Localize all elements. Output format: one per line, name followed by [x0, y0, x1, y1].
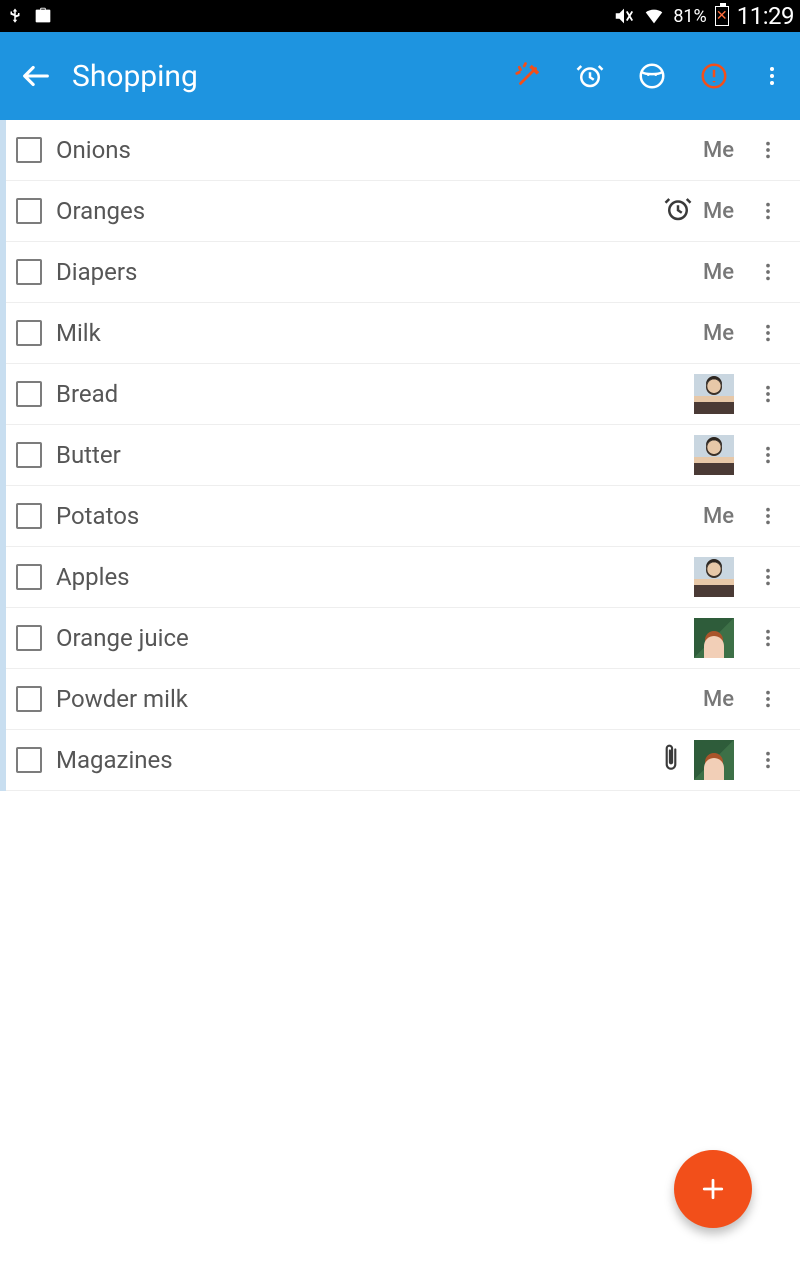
face-button[interactable]: [624, 48, 680, 104]
item-checkbox[interactable]: [16, 137, 42, 163]
add-item-fab[interactable]: [674, 1150, 752, 1228]
item-overflow-button[interactable]: [748, 181, 788, 241]
battery-icon: ✕: [715, 6, 729, 26]
item-label: Orange juice: [56, 624, 680, 652]
item-checkbox[interactable]: [16, 198, 42, 224]
item-checkbox[interactable]: [16, 320, 42, 346]
item-checkbox[interactable]: [16, 686, 42, 712]
battery-percent: 81%: [673, 6, 706, 27]
item-overflow-button[interactable]: [748, 730, 788, 790]
mute-icon: [613, 5, 635, 27]
item-checkbox[interactable]: [16, 625, 42, 651]
attachment-icon: [658, 743, 684, 777]
item-label: Potatos: [56, 502, 689, 530]
briefcase-check-icon: [32, 5, 54, 27]
assignee-avatar: [694, 435, 734, 475]
item-overflow-button[interactable]: [748, 425, 788, 485]
item-label: Butter: [56, 441, 680, 469]
assignee-avatar: [694, 557, 734, 597]
item-label: Magazines: [56, 746, 644, 774]
list-item[interactable]: Onions Me: [6, 120, 800, 181]
item-checkbox[interactable]: [16, 503, 42, 529]
assignee-me: Me: [703, 138, 734, 163]
clock-text: 11:29: [737, 2, 794, 30]
item-overflow-button[interactable]: [748, 486, 788, 546]
back-button[interactable]: [0, 32, 72, 120]
assignee-me: Me: [703, 687, 734, 712]
item-checkbox[interactable]: [16, 381, 42, 407]
assignee-me: Me: [703, 321, 734, 346]
item-label: Milk: [56, 319, 689, 347]
appbar-overflow-button[interactable]: [748, 48, 796, 104]
item-label: Bread: [56, 380, 680, 408]
item-checkbox[interactable]: [16, 564, 42, 590]
list-item[interactable]: Oranges Me: [6, 181, 800, 242]
shopping-list: Onions Me Oranges Me: [0, 120, 800, 791]
assignee-me: Me: [703, 260, 734, 285]
list-item[interactable]: Potatos Me: [6, 486, 800, 547]
page-title: Shopping: [72, 59, 500, 94]
item-overflow-button[interactable]: [748, 608, 788, 668]
assignee-avatar: [694, 740, 734, 780]
list-item[interactable]: Bread: [6, 364, 800, 425]
item-checkbox[interactable]: [16, 442, 42, 468]
assignee-avatar: [694, 374, 734, 414]
wifi-icon: [643, 5, 665, 27]
item-checkbox[interactable]: [16, 259, 42, 285]
assignee-me: Me: [703, 504, 734, 529]
alarm-button[interactable]: [562, 48, 618, 104]
assignee-me: Me: [703, 199, 734, 224]
item-label: Oranges: [56, 197, 649, 225]
item-label: Apples: [56, 563, 680, 591]
item-checkbox[interactable]: [16, 747, 42, 773]
item-label: Diapers: [56, 258, 689, 286]
list-item[interactable]: Butter: [6, 425, 800, 486]
assignee-avatar: [694, 618, 734, 658]
item-overflow-button[interactable]: [748, 303, 788, 363]
usb-icon: [6, 7, 24, 25]
list-item[interactable]: Magazines: [6, 730, 800, 791]
item-label: Powder milk: [56, 685, 689, 713]
list-item[interactable]: Milk Me: [6, 303, 800, 364]
item-label: Onions: [56, 136, 689, 164]
item-overflow-button[interactable]: [748, 547, 788, 607]
magic-wand-button[interactable]: [500, 48, 556, 104]
alarm-icon: [663, 194, 693, 228]
list-item[interactable]: Powder milk Me: [6, 669, 800, 730]
item-overflow-button[interactable]: [748, 669, 788, 729]
item-overflow-button[interactable]: [748, 242, 788, 302]
item-overflow-button[interactable]: [748, 364, 788, 424]
list-item[interactable]: Apples: [6, 547, 800, 608]
item-overflow-button[interactable]: [748, 120, 788, 180]
list-item[interactable]: Diapers Me: [6, 242, 800, 303]
alert-button[interactable]: [686, 48, 742, 104]
list-item[interactable]: Orange juice: [6, 608, 800, 669]
status-bar: 81% ✕ 11:29: [0, 0, 800, 32]
app-bar: Shopping: [0, 32, 800, 120]
